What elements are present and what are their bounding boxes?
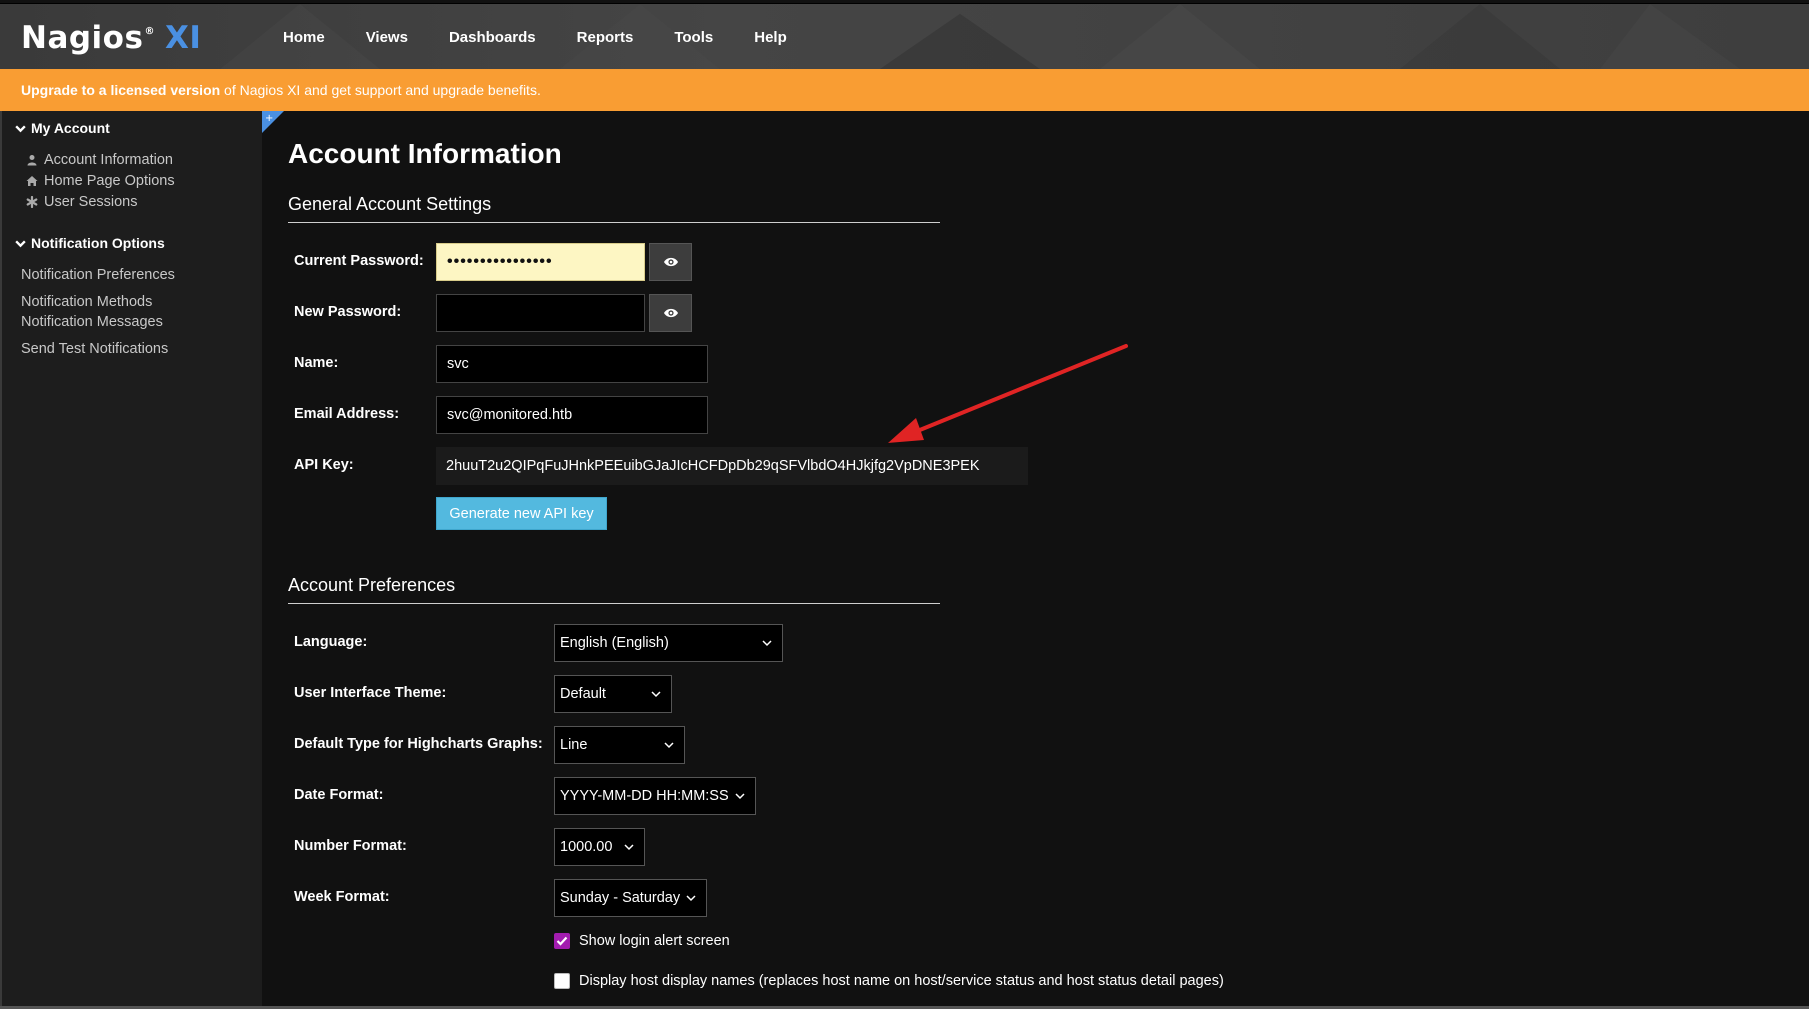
sidebar: My Account Account Information Home Page… (0, 111, 262, 1009)
display-host-names-row: Display host display names (replaces hos… (554, 973, 1224, 989)
chevron-down-icon (624, 844, 634, 851)
generate-api-key-button[interactable]: Generate new API key (436, 497, 607, 530)
logo-text: Nagios (21, 20, 144, 56)
sidebar-item-home-page-options[interactable]: Home Page Options (26, 173, 175, 189)
theme-select-value: Default (560, 686, 606, 702)
sidebar-item-label: Notification Methods (21, 294, 153, 310)
chevron-down-icon (762, 640, 772, 647)
language-label: Language: (294, 634, 368, 650)
sidebar-section-title: My Account (31, 120, 110, 136)
upgrade-banner-text: of Nagios XI and get support and upgrade… (220, 82, 541, 98)
sidebar-section-my-account[interactable]: My Account (14, 120, 110, 136)
sidebar-item-send-test-notifications[interactable]: Send Test Notifications (21, 341, 168, 357)
navbar-background-pattern (0, 4, 1809, 69)
new-password-field[interactable] (436, 294, 645, 332)
chevron-down-icon (15, 239, 26, 247)
nav-reports[interactable]: Reports (577, 29, 634, 46)
week-format-select-value: Sunday - Saturday (560, 890, 681, 906)
nagios-logo[interactable]: Nagios ® XI (21, 20, 201, 56)
api-key-label: API Key: (294, 457, 354, 473)
chevron-down-icon (651, 691, 661, 698)
sidebar-item-account-information[interactable]: Account Information (26, 152, 173, 168)
email-label: Email Address: (294, 406, 400, 422)
name-label: Name: (294, 355, 339, 371)
show-login-alert-label[interactable]: Show login alert screen (579, 933, 730, 949)
sidebar-item-user-sessions[interactable]: User Sessions (26, 194, 137, 210)
home-icon (26, 176, 38, 186)
number-format-label: Number Format: (294, 838, 407, 854)
page-title: Account Information (288, 138, 562, 169)
date-format-label: Date Format: (294, 787, 384, 803)
date-format-select-value: YYYY-MM-DD HH:MM:SS (560, 788, 729, 804)
nav-tools[interactable]: Tools (674, 29, 713, 46)
section-title-preferences: Account Preferences (288, 575, 940, 604)
sidebar-item-label: Send Test Notifications (21, 341, 169, 357)
sidebar-toggle-icon[interactable]: + (262, 111, 284, 133)
show-login-alert-checkbox[interactable] (554, 933, 570, 949)
chevron-down-icon (664, 742, 674, 749)
graph-type-select-value: Line (560, 737, 588, 753)
display-host-names-checkbox[interactable] (554, 973, 570, 989)
week-format-select[interactable]: Sunday - Saturday (554, 879, 707, 917)
theme-label: User Interface Theme: (294, 685, 447, 701)
language-select[interactable]: English (English) (554, 624, 783, 662)
asterisk-icon (26, 196, 38, 208)
current-password-field[interactable]: •••••••••••••••• (436, 243, 645, 281)
show-new-password-button[interactable] (649, 294, 692, 332)
show-current-password-button[interactable] (649, 243, 692, 281)
sidebar-item-notification-messages[interactable]: Notification Messages (21, 314, 163, 330)
main-nav: Home Views Dashboards Reports Tools Help (283, 4, 828, 70)
show-login-alert-row: Show login alert screen (554, 933, 730, 949)
nav-views[interactable]: Views (366, 29, 408, 46)
language-select-value: English (English) (560, 635, 669, 651)
display-host-names-label[interactable]: Display host display names (replaces hos… (579, 973, 1224, 989)
sidebar-item-label: Notification Messages (21, 314, 163, 330)
number-format-select-value: 1000.00 (560, 839, 613, 855)
sidebar-item-label: Home Page Options (44, 173, 175, 189)
top-navbar: Nagios ® XI Home Views Dashboards Report… (0, 3, 1809, 69)
email-field[interactable]: svc@monitored.htb (436, 396, 708, 434)
upgrade-link[interactable]: Upgrade to a licensed version (21, 82, 220, 98)
week-format-label: Week Format: (294, 889, 390, 905)
name-field[interactable]: svc (436, 345, 708, 383)
graph-type-label: Default Type for Highcharts Graphs: (294, 736, 543, 752)
svg-text:+: + (265, 113, 273, 124)
chevron-down-icon (735, 793, 745, 800)
sidebar-item-label: Notification Preferences (21, 267, 175, 283)
checkmark-icon (556, 936, 568, 946)
api-key-field[interactable]: 2huuT2u2QIPqFuJHnkPEEuibGJaJIcHCFDpDb29q… (436, 447, 1028, 485)
eye-icon (663, 308, 678, 318)
theme-select[interactable]: Default (554, 675, 672, 713)
eye-icon (663, 257, 678, 267)
sidebar-item-notification-preferences[interactable]: Notification Preferences (21, 267, 175, 283)
graph-type-select[interactable]: Line (554, 726, 685, 764)
sidebar-item-label: Account Information (44, 152, 173, 168)
chevron-down-icon (15, 124, 26, 132)
sidebar-section-title: Notification Options (31, 235, 165, 251)
user-icon (27, 155, 37, 166)
sidebar-section-notification-options[interactable]: Notification Options (14, 235, 165, 251)
nav-help[interactable]: Help (754, 29, 787, 46)
logo-xi: XI (164, 20, 202, 56)
nav-dashboards[interactable]: Dashboards (449, 29, 536, 46)
current-password-label: Current Password: (294, 253, 424, 269)
chevron-down-icon (686, 895, 696, 902)
number-format-select[interactable]: 1000.00 (554, 828, 645, 866)
sidebar-item-notification-methods[interactable]: Notification Methods (21, 294, 152, 310)
date-format-select[interactable]: YYYY-MM-DD HH:MM:SS (554, 777, 756, 815)
logo-registered-mark: ® (144, 26, 155, 37)
nav-home[interactable]: Home (283, 29, 325, 46)
new-password-label: New Password: (294, 304, 402, 320)
upgrade-banner: Upgrade to a licensed version of Nagios … (0, 69, 1809, 111)
sidebar-item-label: User Sessions (44, 194, 138, 210)
section-title-general: General Account Settings (288, 194, 940, 223)
